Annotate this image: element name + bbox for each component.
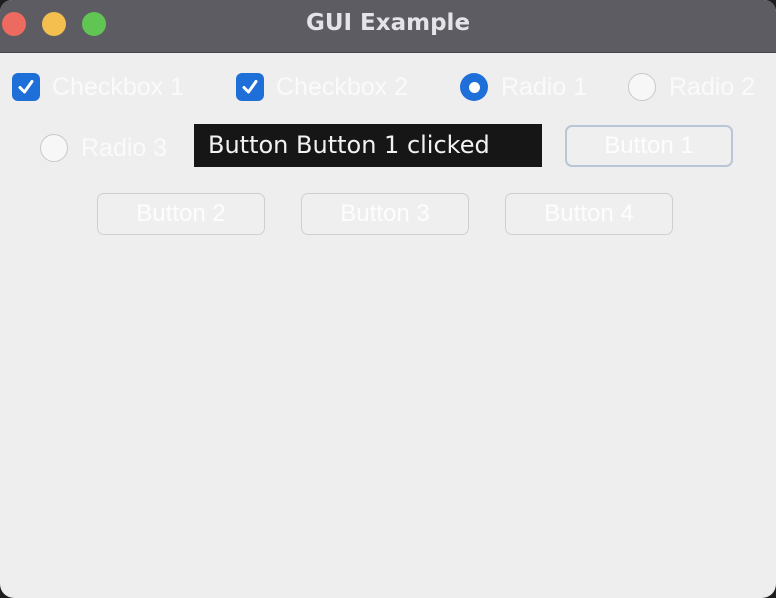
title-bar: GUI Example bbox=[0, 0, 776, 53]
status-label: Button Button 1 clicked bbox=[194, 124, 542, 167]
radio-1-label: Radio 1 bbox=[501, 72, 588, 101]
radio-2[interactable]: Radio 2 bbox=[628, 72, 755, 102]
radio-selected-icon bbox=[460, 73, 488, 101]
checkbox-1-label: Checkbox 1 bbox=[52, 72, 185, 101]
content-panel: Checkbox 1 Checkbox 2 Radio 1 Radio 2 Ra… bbox=[0, 53, 776, 598]
app-window: GUI Example Checkbox 1 Checkbox 2 Radio … bbox=[0, 0, 776, 598]
checkbox-checked-icon bbox=[236, 73, 264, 101]
radio-1[interactable]: Radio 1 bbox=[460, 72, 587, 102]
radio-3[interactable]: Radio 3 bbox=[40, 133, 167, 163]
checkbox-checked-icon bbox=[12, 73, 40, 101]
checkbox-2-label: Checkbox 2 bbox=[276, 72, 409, 101]
button-3[interactable]: Button 3 bbox=[301, 193, 469, 235]
radio-2-label: Radio 2 bbox=[669, 72, 756, 101]
button-1[interactable]: Button 1 bbox=[565, 125, 733, 167]
radio-unselected-icon bbox=[40, 134, 68, 162]
radio-3-label: Radio 3 bbox=[81, 133, 168, 162]
checkbox-2[interactable]: Checkbox 2 bbox=[236, 72, 408, 102]
button-4[interactable]: Button 4 bbox=[505, 193, 673, 235]
button-2[interactable]: Button 2 bbox=[97, 193, 265, 235]
checkbox-1[interactable]: Checkbox 1 bbox=[12, 72, 184, 102]
radio-unselected-icon bbox=[628, 73, 656, 101]
window-title: GUI Example bbox=[305, 10, 471, 36]
